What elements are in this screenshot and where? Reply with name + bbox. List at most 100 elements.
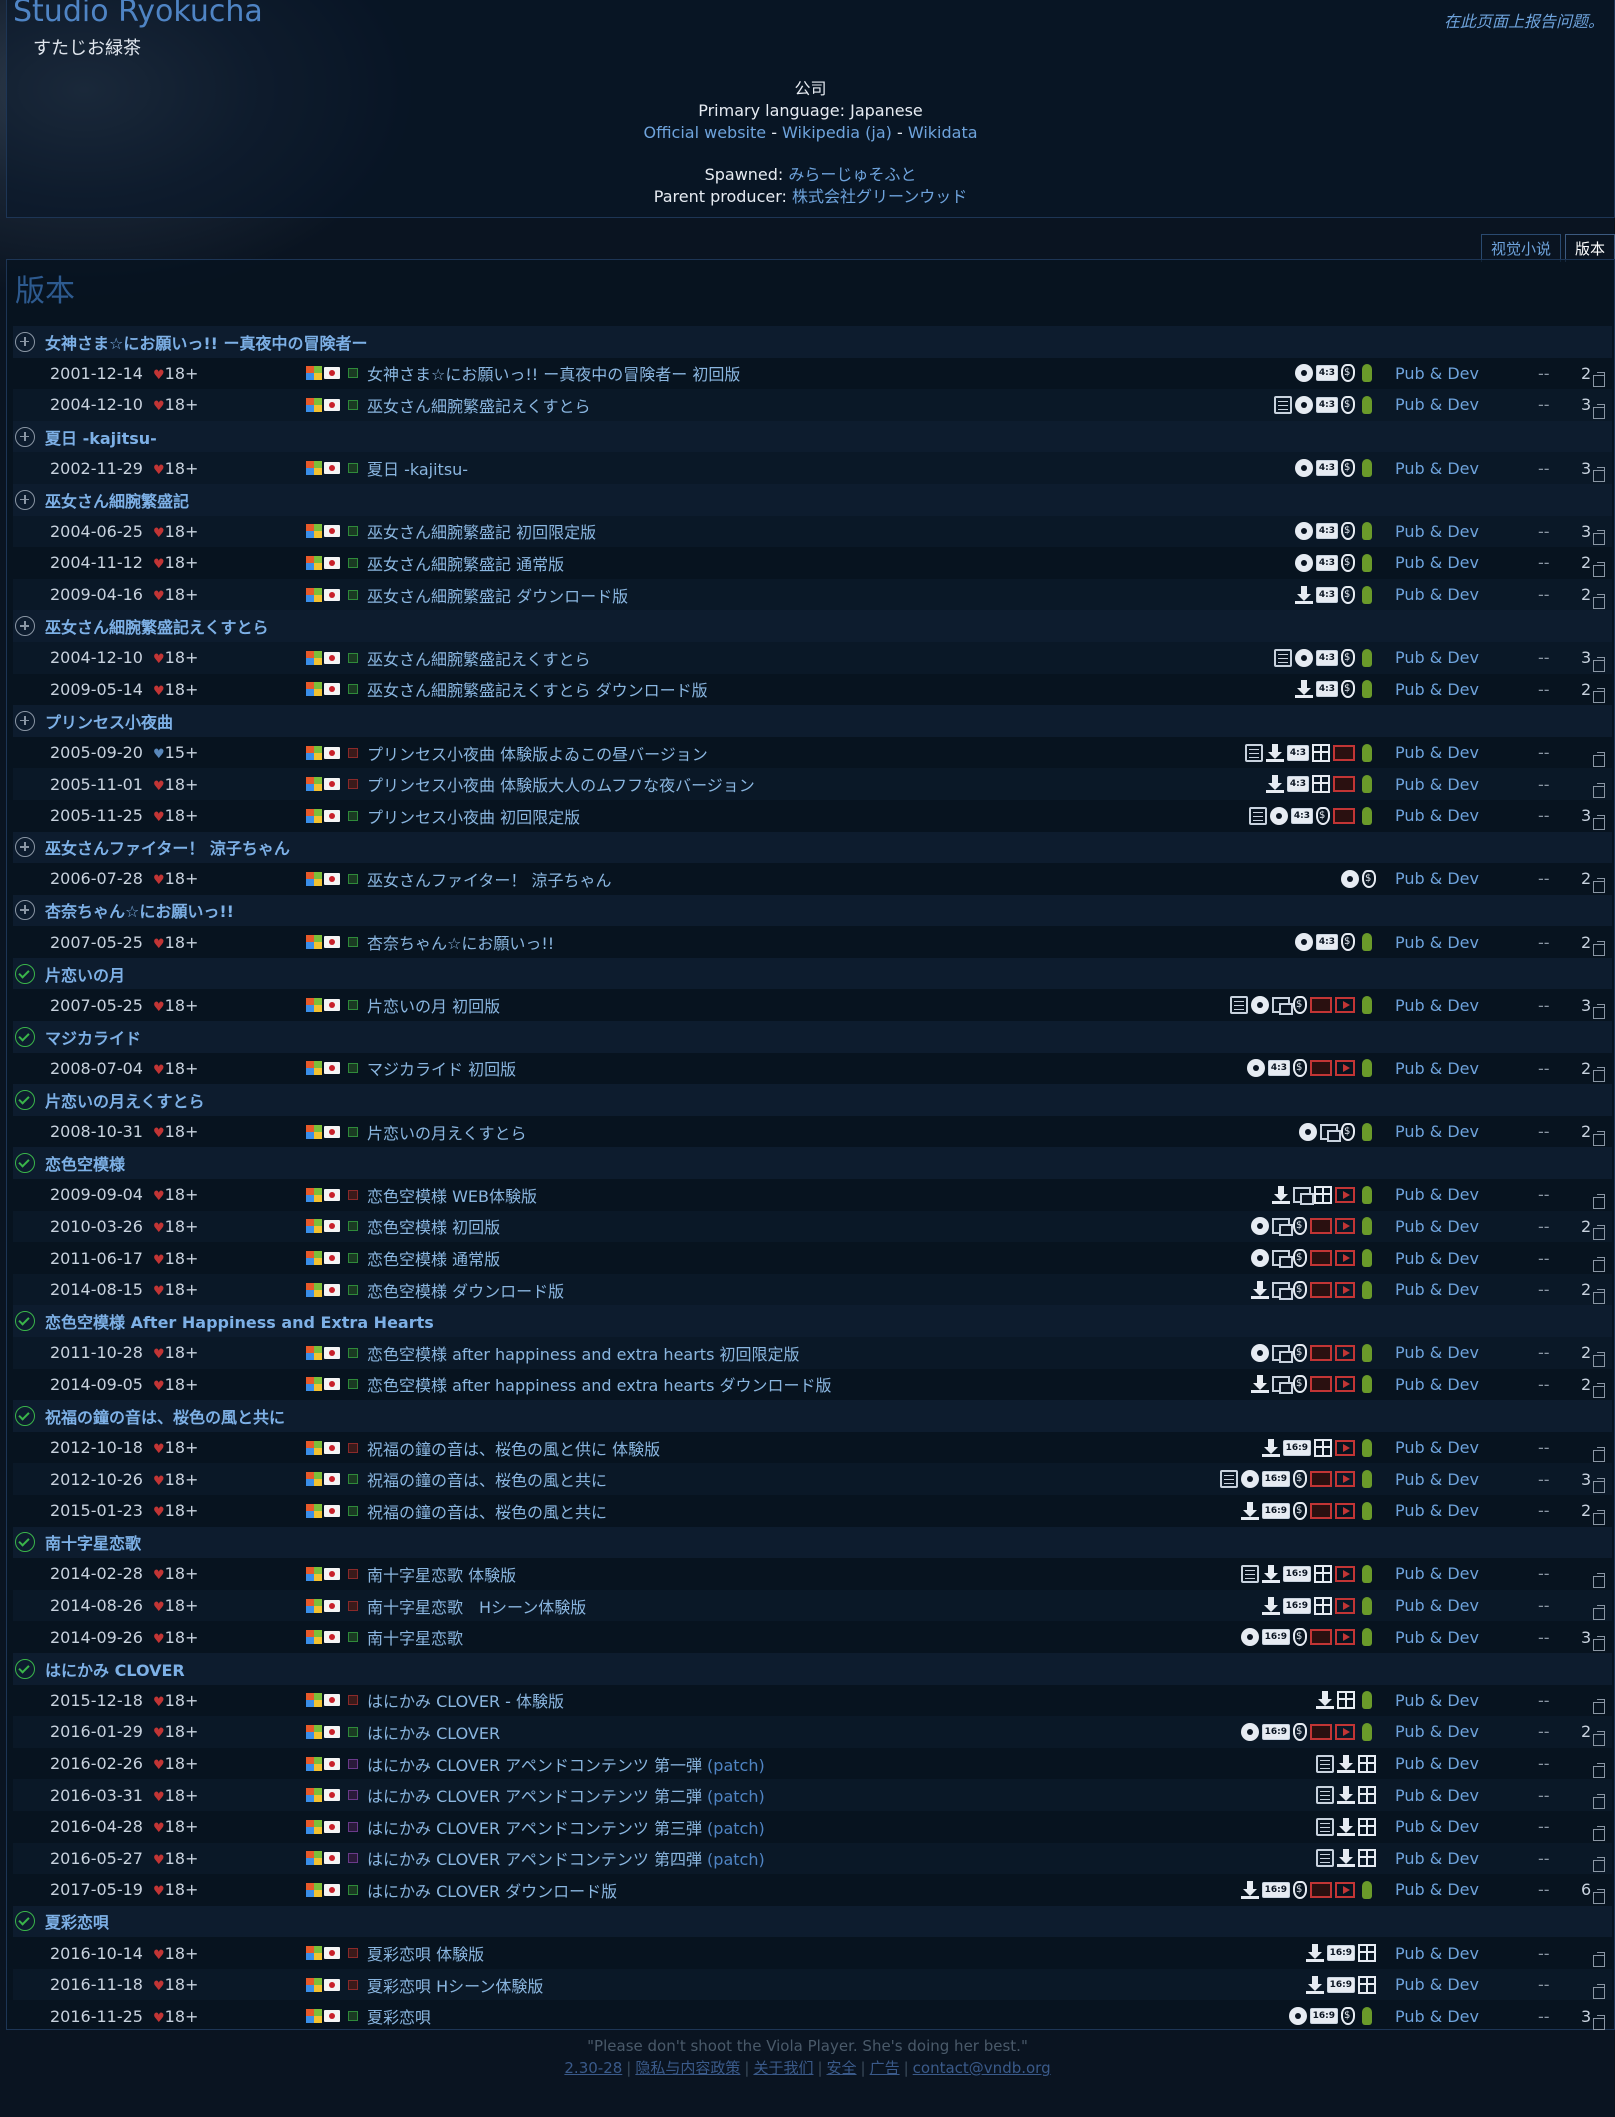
release-title-link[interactable]: 夏彩恋唄 体験版 [367,1941,484,1965]
plus-circle-icon[interactable] [15,331,35,352]
pub-dev-link[interactable]: Pub & Dev [1395,1343,1479,1362]
check-circle-icon[interactable] [15,1532,35,1553]
external-link-icon[interactable] [1593,1383,1605,1399]
pub-dev-link[interactable]: Pub & Dev [1395,743,1479,762]
pub-dev-link[interactable]: Pub & Dev [1395,1691,1479,1710]
footer-contact-link[interactable]: contact@vndb.org [913,2059,1051,2077]
vn-title-link[interactable]: 片恋いの月えくすとら [45,1088,205,1112]
pub-dev-link[interactable]: Pub & Dev [1395,1501,1479,1520]
vn-title-link[interactable]: はにかみ CLOVER [45,1657,185,1681]
release-title-link[interactable]: 恋色空模様 after happiness and extra hearts ダ… [367,1372,832,1396]
vn-title-link[interactable]: 夏日 -kajitsu- [45,425,157,449]
external-link-icon[interactable] [1593,814,1605,830]
release-title-link[interactable]: 片恋いの月 初回版 [367,993,500,1017]
external-link-icon[interactable] [1593,1446,1605,1462]
release-title-link[interactable]: プリンセス小夜曲 初回限定版 [367,804,580,828]
official-website-link[interactable]: Official website [643,123,766,142]
external-link-icon[interactable] [1593,1730,1605,1746]
pub-dev-link[interactable]: Pub & Dev [1395,1375,1479,1394]
external-link-icon[interactable] [1593,1130,1605,1146]
external-link-icon[interactable] [1593,1193,1605,1209]
external-link-icon[interactable] [1593,1983,1605,1999]
external-link-icon[interactable] [1593,1351,1605,1367]
release-title-link[interactable]: はにかみ CLOVER - 体験版 [367,1688,564,1712]
release-title-link[interactable]: 南十字星恋歌 [367,1625,463,1649]
pub-dev-link[interactable]: Pub & Dev [1395,1628,1479,1647]
pub-dev-link[interactable]: Pub & Dev [1395,1438,1479,1457]
external-link-icon[interactable] [1593,1888,1605,1904]
release-title-link[interactable]: 祝福の鐘の音は、桜色の風と共に [367,1499,607,1523]
pub-dev-link[interactable]: Pub & Dev [1395,1849,1479,1868]
plus-circle-icon[interactable] [15,900,35,921]
release-title-link[interactable]: 巫女さんファイター！ 涼子ちゃん [367,867,611,891]
external-link-icon[interactable] [1593,1857,1605,1873]
release-title-link[interactable]: はにかみ CLOVER アペンドコンテンツ 第一弾 (patch) [367,1752,765,1776]
vn-title-link[interactable]: 恋色空模様 After Happiness and Extra Hearts [45,1309,434,1333]
plus-circle-icon[interactable] [15,426,35,447]
release-title-link[interactable]: 巫女さん細腕繁盛記 初回限定版 [367,519,596,543]
external-link-icon[interactable] [1593,1952,1605,1968]
release-title-link[interactable]: 片恋いの月えくすとら [367,1120,527,1144]
wikipedia-link[interactable]: Wikipedia (ja) [782,123,892,142]
pub-dev-link[interactable]: Pub & Dev [1395,2007,1479,2026]
pub-dev-link[interactable]: Pub & Dev [1395,869,1479,888]
pub-dev-link[interactable]: Pub & Dev [1395,996,1479,1015]
release-title-link[interactable]: プリンセス小夜曲 体験版大人のムフフな夜バージョン [367,772,755,796]
pub-dev-link[interactable]: Pub & Dev [1395,1754,1479,1773]
check-circle-icon[interactable] [15,1153,35,1174]
check-circle-icon[interactable] [15,1026,35,1047]
release-title-link[interactable]: はにかみ CLOVER アペンドコンテンツ 第三弾 (patch) [367,1815,765,1839]
external-link-icon[interactable] [1593,1762,1605,1778]
external-link-icon[interactable] [1593,1636,1605,1652]
external-link-icon[interactable] [1593,783,1605,799]
external-link-icon[interactable] [1593,877,1605,893]
pub-dev-link[interactable]: Pub & Dev [1395,648,1479,667]
release-title-link[interactable]: 祝福の鐘の音は、桜色の風と共に [367,1467,607,1491]
report-issue-link[interactable]: 在此页面上报告问题。 [1444,8,1604,32]
release-title-link[interactable]: マジカライド 初回版 [367,1056,516,1080]
vn-title-link[interactable]: 祝福の鐘の音は、桜色の風と共に [45,1404,285,1428]
release-title-link[interactable]: 杏奈ちゃん☆にお願いっ!! [367,930,554,954]
release-title-link[interactable]: 祝福の鐘の音は、桜色の風と供に 体験版 [367,1436,660,1460]
external-link-icon[interactable] [1593,1509,1605,1525]
plus-circle-icon[interactable] [15,489,35,510]
check-circle-icon[interactable] [15,963,35,984]
plus-circle-icon[interactable] [15,616,35,637]
pub-dev-link[interactable]: Pub & Dev [1395,553,1479,572]
external-link-icon[interactable] [1593,561,1605,577]
external-link-icon[interactable] [1593,941,1605,957]
external-link-icon[interactable] [1593,1004,1605,1020]
vn-title-link[interactable]: 恋色空模様 [45,1151,125,1175]
footer-about-link[interactable]: 关于我们 [753,2059,813,2077]
release-title-link[interactable]: 夏日 -kajitsu- [367,456,468,480]
release-title-link[interactable]: はにかみ CLOVER アペンドコンテンツ 第二弾 (patch) [367,1783,765,1807]
release-title-link[interactable]: プリンセス小夜曲 体験版よゐこの昼バージョン [367,741,708,765]
pub-dev-link[interactable]: Pub & Dev [1395,585,1479,604]
external-link-icon[interactable] [1593,1067,1605,1083]
pub-dev-link[interactable]: Pub & Dev [1395,1059,1479,1078]
spawned-link[interactable]: みらーじゅそふと [788,165,916,184]
pub-dev-link[interactable]: Pub & Dev [1395,1880,1479,1899]
footer-version-link[interactable]: 2.30-28 [564,2059,622,2077]
vn-title-link[interactable]: 巫女さんファイター！ 涼子ちゃん [45,835,290,859]
vn-title-link[interactable]: プリンセス小夜曲 [45,709,173,733]
pub-dev-link[interactable]: Pub & Dev [1395,1564,1479,1583]
external-link-icon[interactable] [1593,751,1605,767]
release-title-link[interactable]: 夏彩恋唄 Hシーン体験版 [367,1973,543,1997]
check-circle-icon[interactable] [15,1911,35,1932]
external-link-icon[interactable] [1593,372,1605,388]
check-circle-icon[interactable] [15,1311,35,1332]
external-link-icon[interactable] [1593,403,1605,419]
external-link-icon[interactable] [1593,2015,1605,2031]
release-title-link[interactable]: 巫女さん細腕繁盛記えくすとら ダウンロード版 [367,677,708,701]
pub-dev-link[interactable]: Pub & Dev [1395,459,1479,478]
pub-dev-link[interactable]: Pub & Dev [1395,806,1479,825]
vn-title-link[interactable]: 女神さま☆にお願いっ!! ー真夜中の冒険者ー [45,330,368,354]
external-link-icon[interactable] [1593,530,1605,546]
pub-dev-link[interactable]: Pub & Dev [1395,1596,1479,1615]
check-circle-icon[interactable] [15,1405,35,1426]
parent-producer-link[interactable]: 株式会社グリーンウッド [792,187,967,206]
footer-security-link[interactable]: 安全 [827,2059,857,2077]
plus-circle-icon[interactable] [15,710,35,731]
pub-dev-link[interactable]: Pub & Dev [1395,1249,1479,1268]
